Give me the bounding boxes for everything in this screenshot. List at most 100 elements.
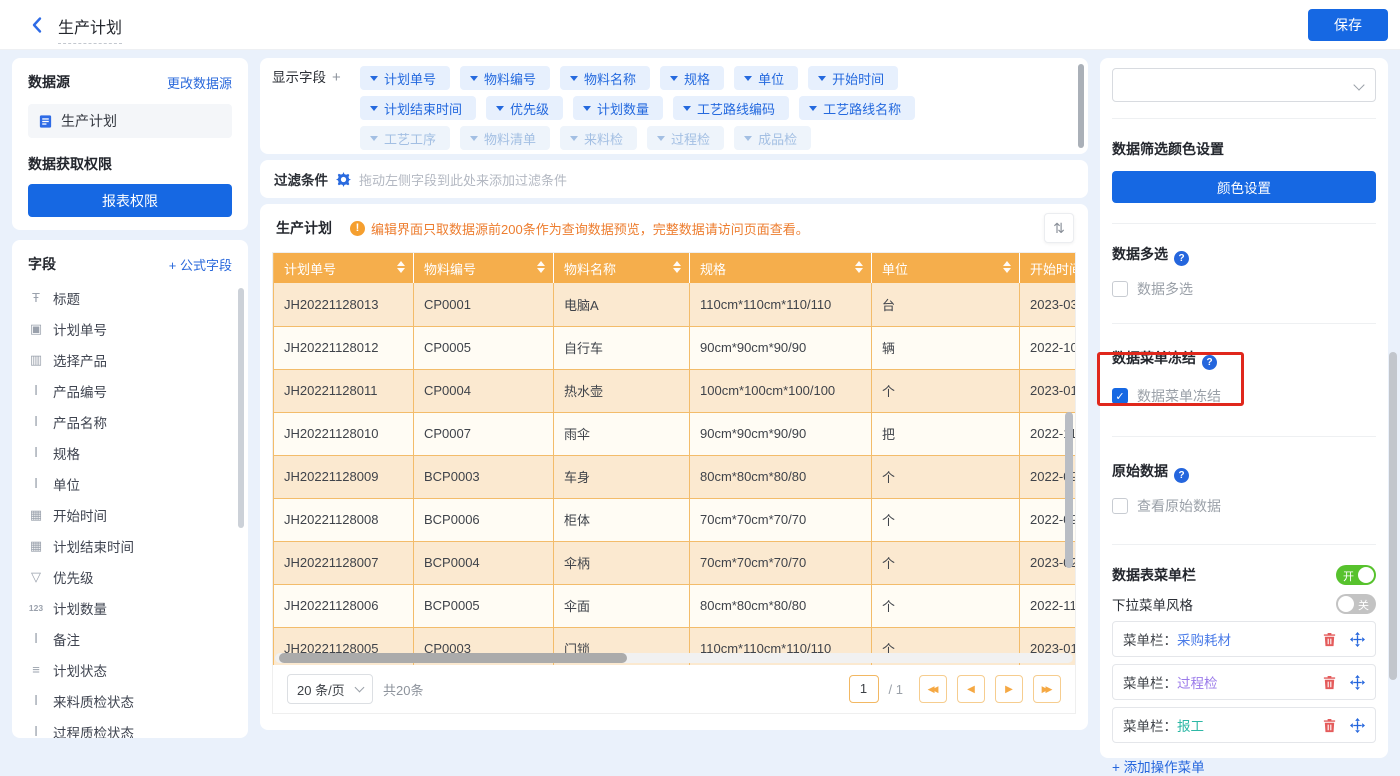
- display-fields-scrollbar[interactable]: [1078, 64, 1084, 148]
- display-field-chip[interactable]: 成品检: [734, 126, 811, 150]
- settings-select[interactable]: [1112, 68, 1376, 102]
- column-header[interactable]: 计划单号: [274, 253, 414, 283]
- change-datasource-link[interactable]: 更改数据源: [167, 73, 232, 92]
- page-number-input[interactable]: 1: [849, 675, 879, 703]
- field-item[interactable]: ▽优先级: [28, 561, 232, 592]
- display-field-chip[interactable]: 物料名称: [560, 66, 650, 90]
- table-row[interactable]: JH20221128012CP0005自行车90cm*90cm*90/90辆20…: [274, 326, 1076, 369]
- table-cell: JH20221128013: [274, 283, 414, 326]
- table-row[interactable]: JH20221128013CP0001电脑A110cm*110cm*110/11…: [274, 283, 1076, 326]
- display-field-chip[interactable]: 工艺路线名称: [799, 96, 915, 120]
- display-field-chip[interactable]: 计划数量: [573, 96, 663, 120]
- field-item[interactable]: Ⅰ规格: [28, 437, 232, 468]
- display-field-chip[interactable]: 工艺路线编码: [673, 96, 789, 120]
- display-field-chip[interactable]: 单位: [734, 66, 798, 90]
- checkbox-unchecked[interactable]: [1112, 281, 1128, 297]
- page-scrollbar[interactable]: [1389, 352, 1397, 680]
- field-item[interactable]: 123计划数量: [28, 592, 232, 623]
- field-item[interactable]: Ⅰ产品编号: [28, 375, 232, 406]
- last-page-button[interactable]: ▶▶: [1033, 675, 1061, 703]
- table-row[interactable]: JH20221128011CP0004热水壶100cm*100cm*100/10…: [274, 369, 1076, 412]
- field-item[interactable]: Ⅰ产品名称: [28, 406, 232, 437]
- move-icon[interactable]: [1350, 675, 1365, 690]
- add-action-menu-link[interactable]: + 添加操作菜单: [1112, 756, 1376, 776]
- prev-page-button[interactable]: ◀: [957, 675, 985, 703]
- sort-arrows-icon[interactable]: [397, 261, 405, 273]
- field-item[interactable]: ▥选择产品: [28, 344, 232, 375]
- field-label: 产品编号: [53, 381, 107, 401]
- sort-arrows-icon[interactable]: [1003, 261, 1011, 273]
- display-field-chip[interactable]: 开始时间: [808, 66, 898, 90]
- table-title: 生产计划: [276, 218, 332, 238]
- menubar-item-name[interactable]: 过程检: [1177, 672, 1218, 692]
- help-icon[interactable]: ?: [1174, 251, 1189, 266]
- datasource-item[interactable]: 生产计划: [28, 104, 232, 138]
- table-row[interactable]: JH20221128008BCP0006柜体70cm*70cm*70/70个20…: [274, 498, 1076, 541]
- field-item[interactable]: Ⅰ备注: [28, 623, 232, 654]
- display-field-chip[interactable]: 工艺工序: [360, 126, 450, 150]
- column-header[interactable]: 开始时间: [1020, 253, 1076, 283]
- field-item[interactable]: ▦开始时间: [28, 499, 232, 530]
- color-settings-button[interactable]: 颜色设置: [1112, 171, 1376, 203]
- display-field-chip[interactable]: 规格: [660, 66, 724, 90]
- field-item[interactable]: Ⅰ单位: [28, 468, 232, 499]
- display-field-chip[interactable]: 物料编号: [460, 66, 550, 90]
- menubar-item-name[interactable]: 报工: [1177, 715, 1204, 735]
- table-vertical-scrollbar[interactable]: [1065, 412, 1073, 568]
- sort-arrows-icon[interactable]: [673, 261, 681, 273]
- table-row[interactable]: JH20221128010CP0007雨伞90cm*90cm*90/90把202…: [274, 412, 1076, 455]
- display-field-chip[interactable]: 优先级: [486, 96, 563, 120]
- field-item[interactable]: ▣计划单号: [28, 313, 232, 344]
- column-header[interactable]: 物料编号: [414, 253, 554, 283]
- field-item[interactable]: Ⅰ来料质检状态: [28, 685, 232, 716]
- display-field-chip[interactable]: 过程检: [647, 126, 724, 150]
- help-icon[interactable]: ?: [1202, 355, 1217, 370]
- table-row[interactable]: JH20221128006BCP0005伞面80cm*80cm*80/80个20…: [274, 584, 1076, 627]
- move-icon[interactable]: [1350, 718, 1365, 733]
- trash-icon[interactable]: [1322, 718, 1337, 733]
- table-cell: 个: [872, 498, 1020, 541]
- sort-order-button[interactable]: ⇅: [1044, 213, 1074, 243]
- raw-data-checkbox-row[interactable]: 查看原始数据: [1112, 496, 1376, 516]
- table-row[interactable]: JH20221128009BCP0003车身80cm*80cm*80/80个20…: [274, 455, 1076, 498]
- field-item[interactable]: Ⅰ过程质检状态: [28, 716, 232, 738]
- add-display-field-button[interactable]: +: [332, 69, 341, 86]
- column-header[interactable]: 物料名称: [554, 253, 690, 283]
- menubar-item-name[interactable]: 采购耗材: [1177, 629, 1231, 649]
- menubar-toggle[interactable]: 开: [1336, 565, 1376, 585]
- display-field-chip[interactable]: 来料检: [560, 126, 637, 150]
- next-page-button[interactable]: ▶: [995, 675, 1023, 703]
- column-header[interactable]: 单位: [872, 253, 1020, 283]
- menu-freeze-checkbox-row[interactable]: ✓ 数据菜单冻结: [1112, 386, 1376, 406]
- field-item[interactable]: Ŧ标题: [28, 282, 232, 313]
- back-button[interactable]: [28, 15, 46, 40]
- move-icon[interactable]: [1350, 632, 1365, 647]
- chip-label: 优先级: [510, 99, 549, 118]
- report-permission-button[interactable]: 报表权限: [28, 184, 232, 217]
- gear-icon[interactable]: [336, 172, 351, 187]
- field-item[interactable]: ▦计划结束时间: [28, 530, 232, 561]
- save-button[interactable]: 保存: [1308, 9, 1388, 41]
- display-field-chip[interactable]: 计划单号: [360, 66, 450, 90]
- fields-scrollbar[interactable]: [238, 288, 244, 528]
- table-horizontal-scrollbar-thumb[interactable]: [279, 653, 627, 663]
- table-horizontal-scrollbar-track[interactable]: [275, 653, 1073, 663]
- checkbox-checked[interactable]: ✓: [1112, 388, 1128, 404]
- trash-icon[interactable]: [1322, 632, 1337, 647]
- trash-icon[interactable]: [1322, 675, 1337, 690]
- checkbox-unchecked[interactable]: [1112, 498, 1128, 514]
- display-field-chip[interactable]: 计划结束时间: [360, 96, 476, 120]
- help-icon[interactable]: ?: [1174, 468, 1189, 483]
- table-row[interactable]: JH20221128007BCP0004伞柄70cm*70cm*70/70个20…: [274, 541, 1076, 584]
- page-size-select[interactable]: 20 条/页: [287, 674, 373, 704]
- column-header[interactable]: 规格: [690, 253, 872, 283]
- first-page-button[interactable]: ◀◀: [919, 675, 947, 703]
- dropdown-style-toggle[interactable]: 关: [1336, 594, 1376, 614]
- multi-select-checkbox-row[interactable]: 数据多选: [1112, 279, 1376, 299]
- display-field-chip[interactable]: 物料清单: [460, 126, 550, 150]
- chevron-down-icon: [570, 76, 578, 81]
- add-formula-field-link[interactable]: + 公式字段: [169, 255, 232, 274]
- sort-arrows-icon[interactable]: [855, 261, 863, 273]
- sort-arrows-icon[interactable]: [537, 261, 545, 273]
- field-item[interactable]: ≡计划状态: [28, 654, 232, 685]
